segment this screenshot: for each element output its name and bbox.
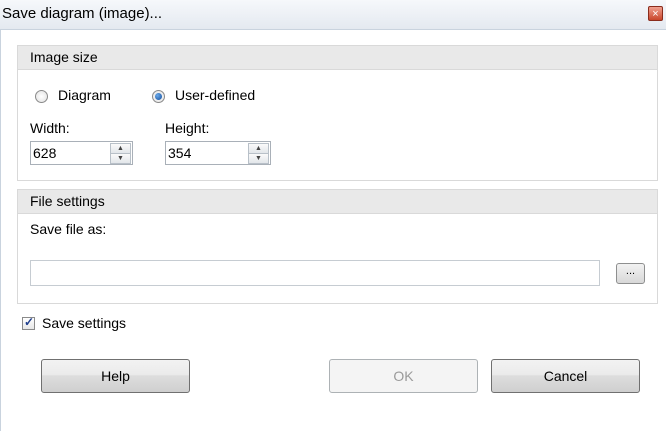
window-border <box>0 29 1 431</box>
dialog-title: Save diagram (image)... <box>2 5 163 22</box>
user-defined-radio[interactable] <box>152 90 165 103</box>
diagram-radio-label[interactable]: Diagram <box>58 87 111 103</box>
cancel-button[interactable]: Cancel <box>491 359 640 393</box>
title-bar: Save diagram (image)... × <box>0 0 666 30</box>
image-size-title: Image size <box>30 49 98 65</box>
height-value[interactable]: 354 <box>168 145 191 161</box>
save-settings-label[interactable]: Save settings <box>42 315 126 331</box>
browse-button[interactable]: ... <box>616 263 645 284</box>
file-settings-header: File settings <box>18 190 657 214</box>
user-defined-radio-label[interactable]: User-defined <box>175 87 255 103</box>
ok-button[interactable]: OK <box>329 359 478 393</box>
height-down-arrow-icon[interactable]: ▼ <box>248 153 269 164</box>
width-down-arrow-icon[interactable]: ▼ <box>110 153 131 164</box>
height-label: Height: <box>165 120 210 136</box>
image-size-group: Image size Diagram User-defined Width: 6… <box>17 45 658 181</box>
width-spinner-buttons: ▲ ▼ <box>110 143 131 164</box>
width-spinner[interactable]: 628 ▲ ▼ <box>30 141 133 165</box>
diagram-radio[interactable] <box>35 90 48 103</box>
height-spinner[interactable]: 354 ▲ ▼ <box>165 141 271 165</box>
height-spinner-buttons: ▲ ▼ <box>248 143 269 164</box>
width-value[interactable]: 628 <box>33 145 56 161</box>
checkmark-icon: ✓ <box>24 315 35 329</box>
file-settings-group: File settings Save file as: ... <box>17 189 658 304</box>
width-label: Width: <box>30 120 70 136</box>
file-settings-title: File settings <box>30 193 105 209</box>
image-size-header: Image size <box>18 46 657 70</box>
save-file-path-input[interactable] <box>30 260 600 286</box>
save-settings-checkbox[interactable]: ✓ <box>22 315 35 330</box>
save-file-as-label: Save file as: <box>30 221 107 237</box>
save-diagram-dialog: Save diagram (image)... × Image size Dia… <box>0 0 666 431</box>
close-button[interactable]: × <box>648 6 663 21</box>
help-button[interactable]: Help <box>41 359 190 393</box>
